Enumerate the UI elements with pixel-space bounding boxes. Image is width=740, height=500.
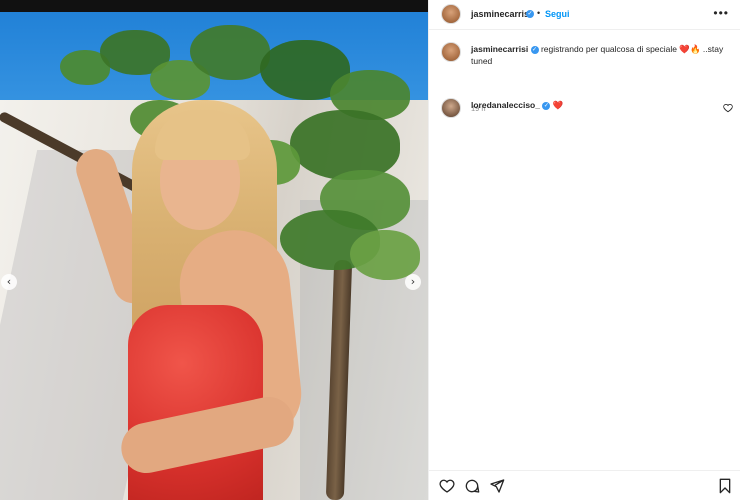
post-header: jasminecarrisi ✓ • Segui ••• <box>429 0 740 30</box>
bookmark-icon[interactable] <box>717 478 733 494</box>
more-icon[interactable]: ••• <box>713 6 729 20</box>
commenter-avatar[interactable] <box>441 98 461 118</box>
heart-icon[interactable] <box>439 478 455 494</box>
author-username[interactable]: jasminecarrisi <box>471 9 532 19</box>
verified-icon: ✓ <box>530 45 539 54</box>
commenter-username[interactable]: loredanalecciso_ <box>471 100 540 110</box>
author-avatar[interactable] <box>441 4 461 24</box>
caption-avatar[interactable] <box>441 42 461 62</box>
comment: loredanalecciso_ ✓ ❤️ <box>471 100 563 111</box>
carousel-prev-button[interactable]: ‹ <box>1 274 17 290</box>
carousel-next-button[interactable]: › <box>405 274 421 290</box>
verified-icon: ✓ <box>526 10 534 18</box>
verified-icon: ✓ <box>542 101 551 110</box>
post-side-panel: jasminecarrisi ✓ • Segui ••• jasminecarr… <box>428 0 740 500</box>
post-photo[interactable]: ‹ › <box>0 0 428 500</box>
comment-list-item: loredanalecciso_ ✓ ❤️ <box>429 96 740 126</box>
photo-top-bar <box>0 0 428 12</box>
comment-icon[interactable] <box>464 478 480 494</box>
comment-body: ❤️ <box>552 100 564 110</box>
caption-username[interactable]: jasminecarrisi <box>471 44 528 54</box>
post-actions-bar <box>429 470 740 500</box>
follow-button[interactable]: Segui <box>545 9 570 19</box>
header-separator: • <box>537 8 541 18</box>
caption: jasminecarrisi ✓ registrando per qualcos… <box>471 43 731 67</box>
share-icon[interactable] <box>489 478 505 494</box>
heart-icon[interactable] <box>723 103 733 113</box>
